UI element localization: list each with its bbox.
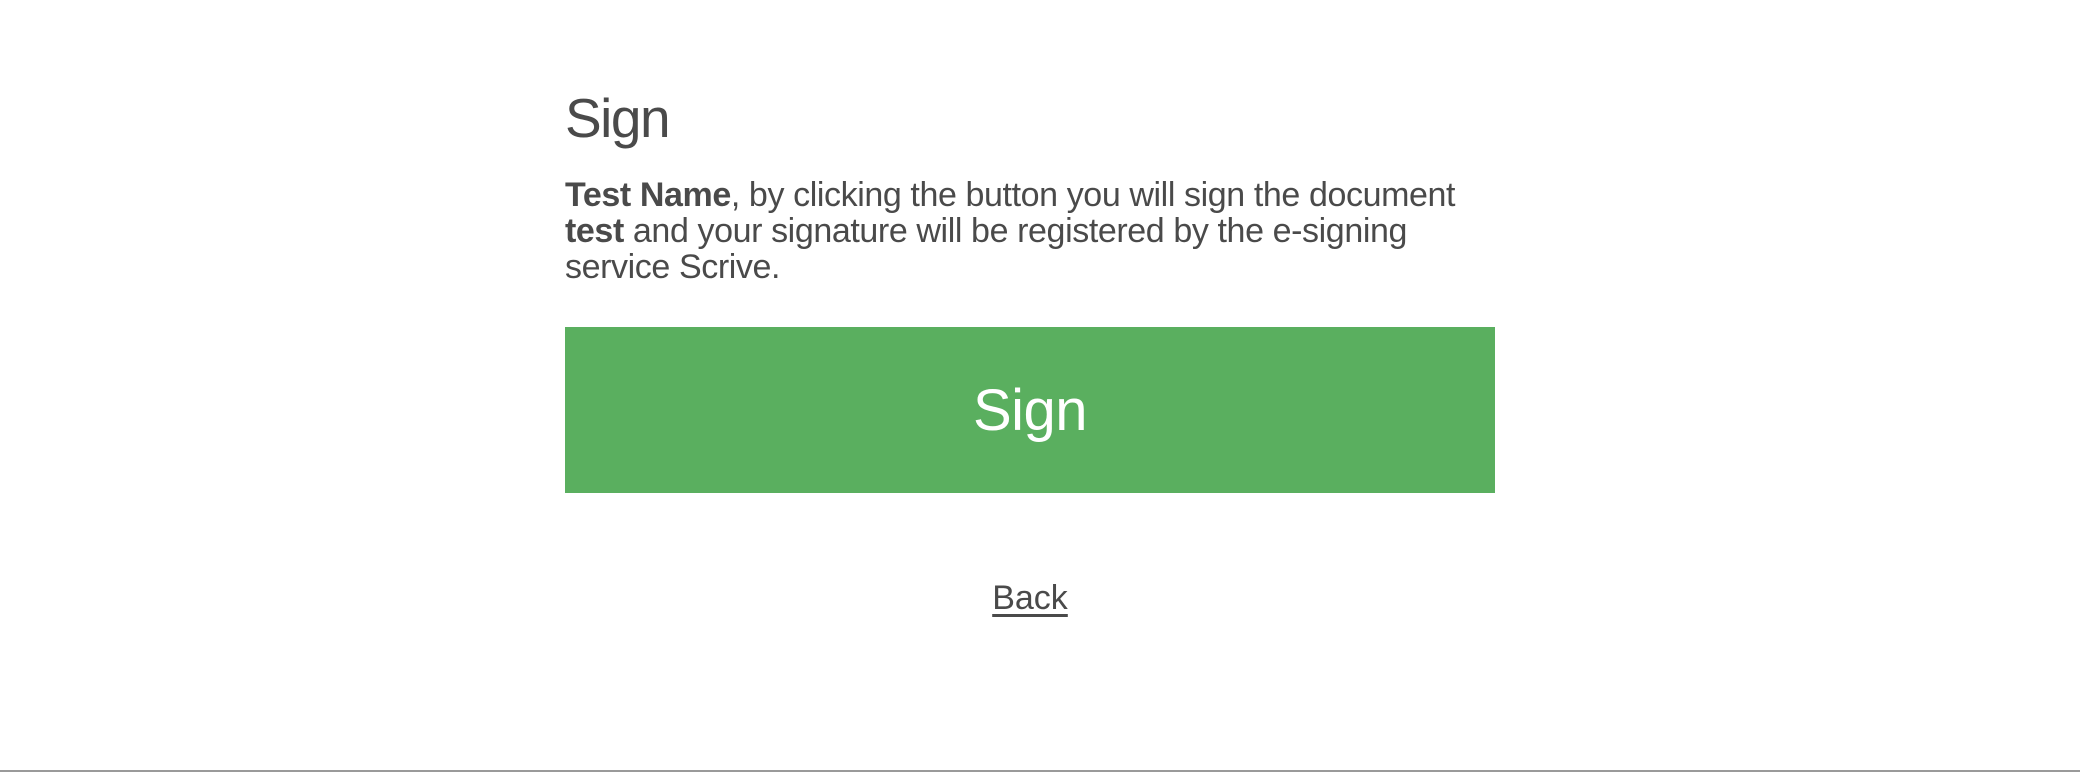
- signatory-name: Test Name: [565, 176, 731, 214]
- sign-panel: Sign Test Name, by clicking the button y…: [565, 88, 1495, 618]
- back-link[interactable]: Back: [992, 579, 1068, 617]
- message-text-1: , by clicking the button you will sign t…: [730, 176, 1456, 214]
- message-text-2: and your signature will be registered by…: [565, 212, 1408, 286]
- sign-button[interactable]: Sign: [565, 327, 1495, 493]
- back-link-container: Back: [565, 579, 1495, 618]
- page-title: Sign: [565, 87, 671, 149]
- sign-confirmation-message: Test Name, by clicking the button you wi…: [565, 177, 1465, 285]
- document-name: test: [565, 212, 624, 250]
